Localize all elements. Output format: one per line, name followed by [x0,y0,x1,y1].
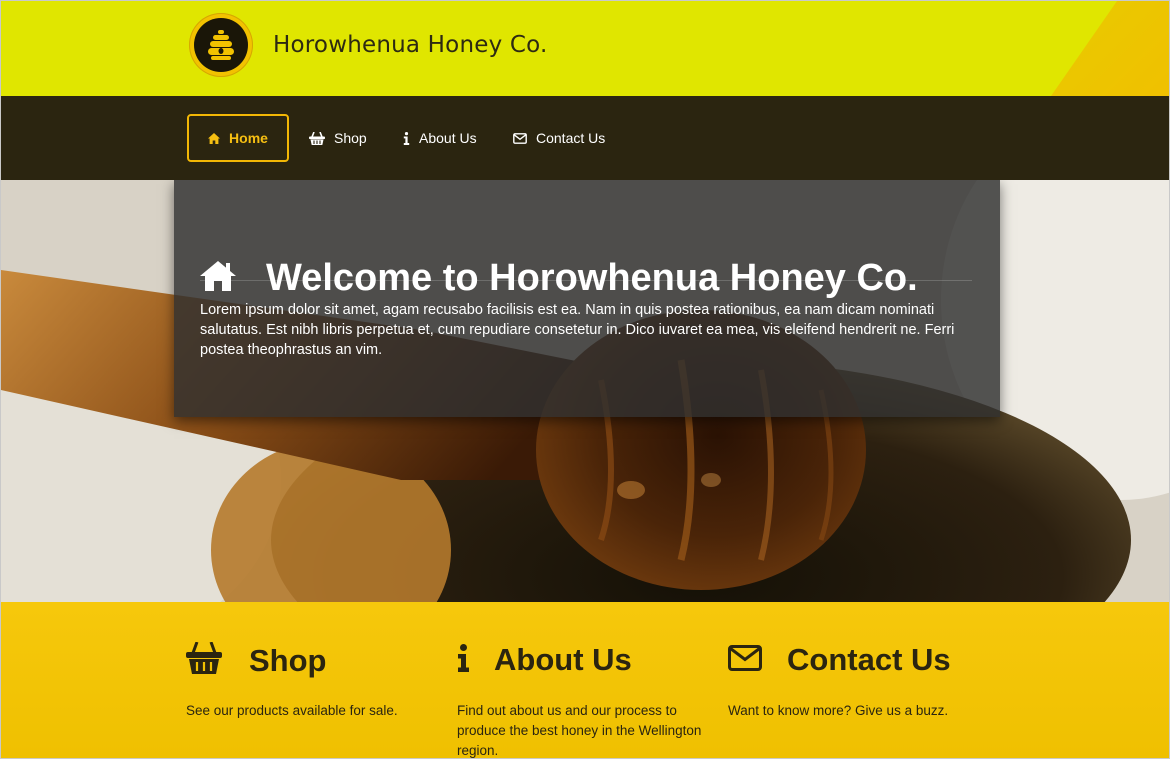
feature-heading: Shop [186,641,327,679]
feature-title: Shop [249,642,327,678]
home-icon [200,261,236,296]
feature-text: Want to know more? Give us a buzz. [728,703,949,718]
nav-item-label: Home [229,130,268,146]
nav-item-label: Shop [334,130,367,146]
envelope-icon [513,132,527,144]
brand-name[interactable]: Horowhenua Honey Co. [273,32,548,58]
envelope-icon [728,644,762,676]
site-header: Horowhenua Honey Co. [1,1,1169,96]
nav-item-contact-us[interactable]: Contact Us [513,114,605,162]
nav-item-label: Contact Us [536,130,606,146]
main-nav: Home Shop About Us Contact Us [1,96,1169,180]
features-section: Shop See our products available for sale… [1,602,1169,758]
feature-heading: About Us [457,642,632,678]
hero-banner: Welcome to Horowhenua Honey Co. Lorem ip… [1,180,1169,602]
feature-text: Find out about us and our process to pro… [457,703,702,758]
hero-body-text: Lorem ipsum dolor sit amet, agam recusab… [200,302,955,358]
nav-item-about-us[interactable]: About Us [403,114,477,162]
header-accent-shape [1051,1,1169,96]
nav-item-shop[interactable]: Shop [309,114,367,162]
feature-text: See our products available for sale. [186,703,398,718]
page: Horowhenua Honey Co. Home Shop About Us [0,0,1170,759]
basket-icon [309,131,325,145]
hero-card: Welcome to Horowhenua Honey Co. Lorem ip… [174,180,1000,417]
beehive-icon [208,30,234,60]
info-icon [403,131,410,145]
hero-divider [200,280,972,281]
nav-item-label: About Us [419,130,477,146]
nav-item-home[interactable]: Home [187,114,289,162]
feature-title: Contact Us [787,642,951,677]
feature-title: About Us [494,642,632,677]
basket-icon [186,641,222,679]
hero-title: Welcome to Horowhenua Honey Co. [266,257,918,300]
logo[interactable] [189,13,253,77]
feature-heading: Contact Us [728,642,951,678]
info-icon [457,643,470,677]
home-icon [208,132,221,144]
